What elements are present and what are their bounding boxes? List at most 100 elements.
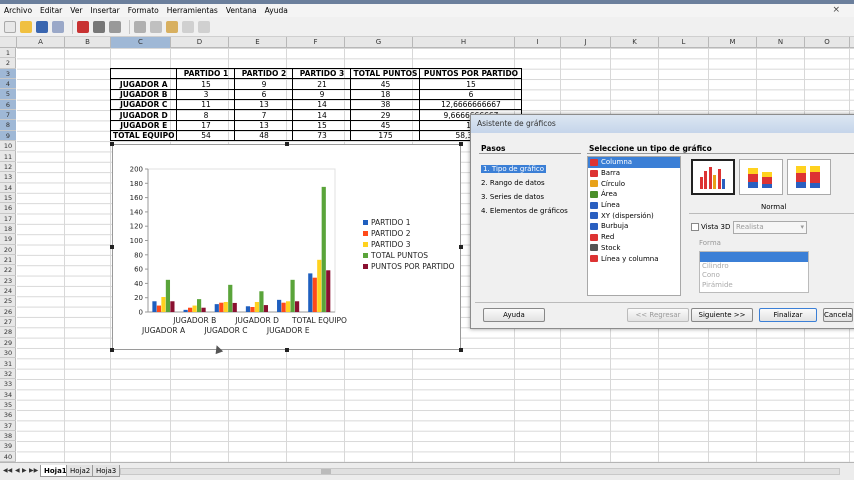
table-cell[interactable]: 54 (176, 130, 236, 142)
new-document-icon[interactable] (4, 20, 16, 33)
next-sheet-icon[interactable]: ▶ (22, 467, 27, 474)
table-header-cell[interactable]: PARTIDO 1 (176, 67, 236, 80)
row-header[interactable]: 5 (0, 89, 16, 100)
column-header[interactable]: N (757, 37, 805, 48)
shape-item[interactable]: Cilindro (700, 262, 808, 272)
row-label-cell[interactable]: JUGADOR D (109, 109, 178, 121)
table-cell[interactable]: 13 (234, 119, 294, 132)
row-header[interactable]: 7 (0, 110, 16, 121)
row-label-cell[interactable]: TOTAL EQUIPO (109, 130, 178, 142)
embedded-chart[interactable]: 0 20 40 60 80 100 120 140 160 180 200 JUGADOR A JUGA… (112, 144, 461, 350)
vista-3d-checkbox[interactable] (691, 223, 699, 231)
row-header[interactable]: 15 (0, 193, 16, 204)
row-label-cell[interactable]: JUGADOR E (109, 119, 178, 132)
row-header[interactable]: 16 (0, 203, 16, 214)
row-header[interactable]: 4 (0, 79, 16, 90)
menu-item[interactable]: Ventana (222, 4, 261, 17)
column-header[interactable]: J (561, 37, 611, 48)
variant-stacked-column[interactable] (739, 159, 783, 195)
menu-item[interactable]: Editar (36, 4, 66, 17)
chart-resize-handle[interactable] (285, 142, 289, 146)
chart-resize-handle[interactable] (110, 142, 114, 146)
menu-item[interactable]: Archivo (0, 4, 36, 17)
chart-type-item[interactable]: Círculo (588, 178, 680, 189)
chart-resize-handle[interactable] (285, 348, 289, 352)
table-cell[interactable]: 3 (176, 88, 236, 101)
chart-type-item[interactable]: XY (dispersión) (588, 210, 680, 221)
row-header[interactable]: 35 (0, 400, 16, 411)
table-header-cell[interactable]: PUNTOS POR PARTIDO (419, 67, 523, 80)
column-header[interactable]: K (611, 37, 659, 48)
wizard-step[interactable]: 2. Rango de datos (481, 179, 545, 187)
row-header[interactable]: 36 (0, 410, 16, 421)
table-cell[interactable]: 9 (234, 78, 294, 90)
shape-item[interactable]: Cono (700, 271, 808, 281)
row-header[interactable]: 32 (0, 369, 16, 380)
redo-icon[interactable] (198, 20, 210, 33)
last-sheet-icon[interactable]: ▶▶ (29, 467, 38, 474)
finish-button[interactable]: Finalizar (759, 308, 817, 322)
email-icon[interactable] (52, 20, 64, 33)
row-header[interactable]: 8 (0, 120, 16, 131)
column-header[interactable]: M (709, 37, 757, 48)
table-cell[interactable]: 38 (350, 99, 421, 111)
wizard-step[interactable]: 4. Elementos de gráficos (481, 207, 568, 215)
row-header[interactable]: 39 (0, 441, 16, 452)
row-header[interactable]: 13 (0, 172, 16, 183)
table-header-cell[interactable]: PARTIDO 3 (292, 67, 352, 80)
row-label-cell[interactable]: JUGADOR A (109, 78, 178, 90)
table-cell[interactable]: 14 (292, 99, 352, 111)
wizard-step[interactable]: 1. Tipo de gráfico (481, 165, 546, 173)
row-header[interactable]: 23 (0, 276, 16, 287)
sheet-tab[interactable]: Hoja2 (66, 465, 95, 477)
menu-item[interactable]: Ayuda (261, 4, 292, 17)
row-label-cell[interactable]: JUGADOR B (109, 88, 178, 101)
column-header[interactable]: G (345, 37, 413, 48)
print-preview-icon[interactable] (109, 20, 121, 33)
chart-resize-handle[interactable] (110, 348, 114, 352)
chart-resize-handle[interactable] (459, 142, 463, 146)
row-header[interactable]: 22 (0, 265, 16, 276)
table-cell[interactable]: 11 (176, 99, 236, 111)
sheet-tab[interactable]: Hoja3 (92, 465, 121, 477)
chart-resize-handle[interactable] (459, 348, 463, 352)
row-header[interactable]: 31 (0, 359, 16, 369)
table-cell[interactable]: 6 (234, 88, 294, 101)
row-header[interactable]: 14 (0, 183, 16, 193)
prev-sheet-icon[interactable]: ◀ (15, 467, 20, 474)
row-header[interactable]: 12 (0, 162, 16, 173)
column-header[interactable]: O (805, 37, 850, 48)
table-header-cell[interactable] (109, 67, 178, 80)
table-cell[interactable]: 29 (350, 109, 421, 121)
table-cell[interactable]: 7 (234, 109, 294, 121)
open-folder-icon[interactable] (20, 20, 32, 33)
row-header[interactable]: 29 (0, 338, 16, 349)
chart-type-item[interactable]: Línea y columna (588, 253, 680, 264)
table-cell[interactable]: 9 (292, 88, 352, 101)
table-cell[interactable]: 15 (292, 119, 352, 132)
row-header[interactable]: 34 (0, 390, 16, 400)
row-header[interactable]: 6 (0, 99, 16, 111)
undo-icon[interactable] (182, 20, 194, 33)
table-cell[interactable]: 45 (350, 119, 421, 132)
shape-list[interactable]: Cilindro Cono Pirámide (699, 251, 809, 293)
row-header[interactable]: 38 (0, 431, 16, 442)
back-button[interactable]: << Regresar (627, 308, 689, 322)
shape-item[interactable]: Pirámide (700, 281, 808, 291)
row-header[interactable]: 33 (0, 379, 16, 390)
row-header[interactable]: 3 (0, 68, 16, 80)
chart-type-list[interactable]: Columna Barra Círculo Área Línea XY (dispersi… (587, 156, 681, 296)
row-header[interactable]: 28 (0, 327, 16, 338)
table-header-cell[interactable]: TOTAL PUNTOS (350, 67, 421, 80)
export-pdf-icon[interactable] (77, 20, 89, 33)
row-header[interactable]: 19 (0, 234, 16, 245)
column-header[interactable]: B (65, 37, 111, 48)
row-header[interactable]: 30 (0, 348, 16, 359)
table-cell[interactable]: 13 (234, 99, 294, 111)
menu-item[interactable]: Insertar (87, 4, 124, 17)
row-header[interactable]: 24 (0, 286, 16, 297)
chart-type-item[interactable]: Área (588, 189, 680, 200)
chart-type-item[interactable]: Stock (588, 243, 680, 254)
3d-scheme-dropdown[interactable]: Realista ▾ (733, 221, 807, 234)
row-header[interactable]: 26 (0, 307, 16, 318)
